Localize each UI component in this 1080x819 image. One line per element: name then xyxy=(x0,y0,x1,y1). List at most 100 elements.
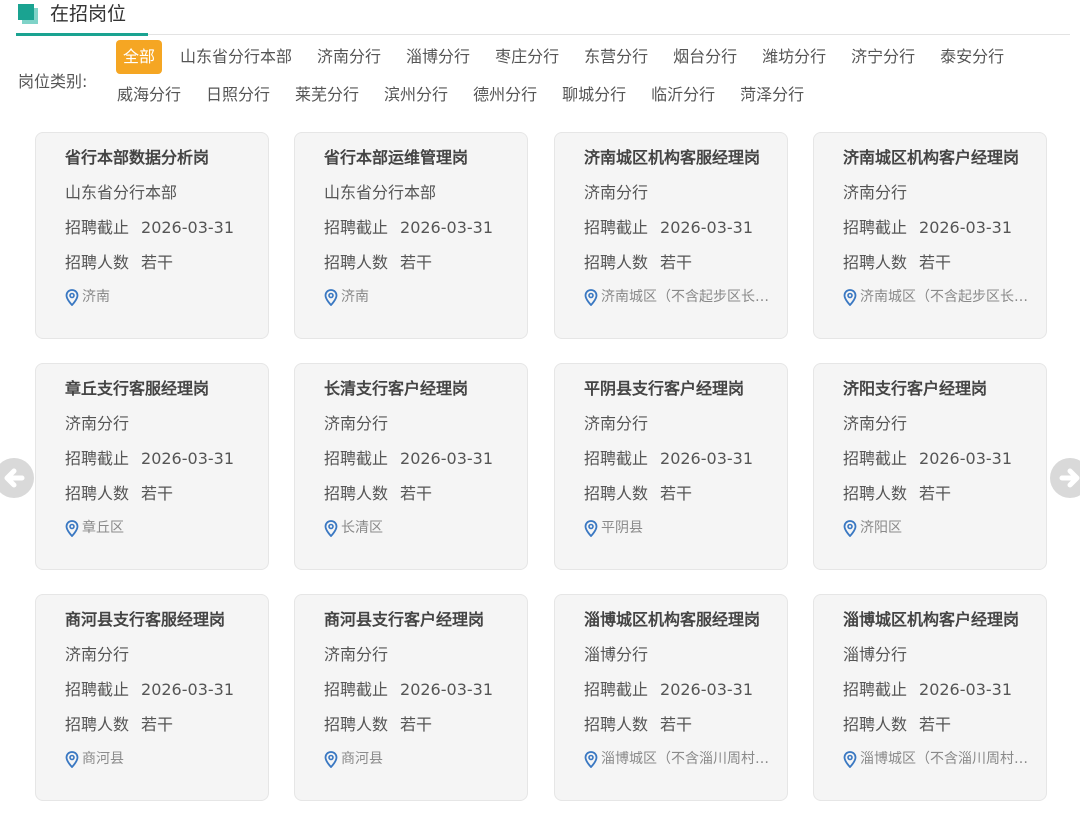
location-text: 淄博城区（不含淄川周村… xyxy=(860,751,1028,767)
headcount-label: 招聘人数 xyxy=(65,484,130,503)
job-title: 淄博城区机构客户经理岗 xyxy=(843,610,1020,629)
job-card[interactable]: 省行本部数据分析岗 山东省分行本部 招聘截止 2026-03-31 招聘人数 若干 济南 xyxy=(35,132,269,339)
deadline-label: 招聘截止 xyxy=(584,449,649,468)
location-pin-icon xyxy=(843,750,860,768)
filter-chip[interactable]: 临沂分行 xyxy=(644,78,722,112)
job-headcount: 招聘人数 若干 xyxy=(584,483,787,505)
job-title: 长清支行客户经理岗 xyxy=(324,379,469,398)
job-branch: 济南分行 xyxy=(65,645,130,664)
job-title: 济南城区机构客户经理岗 xyxy=(843,148,1020,167)
job-branch: 淄博分行 xyxy=(584,645,649,664)
job-deadline: 招聘截止 2026-03-31 xyxy=(65,679,268,701)
job-deadline: 招聘截止 2026-03-31 xyxy=(65,448,268,470)
job-headcount: 招聘人数 若干 xyxy=(324,714,527,736)
deadline-label: 招聘截止 xyxy=(324,449,389,468)
job-deadline: 招聘截止 2026-03-31 xyxy=(843,217,1046,239)
headcount-value: 若干 xyxy=(919,253,952,272)
job-card[interactable]: 淄博城区机构客服经理岗 淄博分行 招聘截止 2026-03-31 招聘人数 若干 淄博城区（… xyxy=(554,594,788,801)
filter-chip[interactable]: 德州分行 xyxy=(466,78,544,112)
filter-chip[interactable]: 滨州分行 xyxy=(377,78,455,112)
deadline-label: 招聘截止 xyxy=(65,449,130,468)
deadline-label: 招聘截止 xyxy=(324,218,389,237)
prev-page-arrow-icon[interactable] xyxy=(0,456,34,500)
job-card[interactable]: 长清支行客户经理岗 济南分行 招聘截止 2026-03-31 招聘人数 若干 长清区 xyxy=(294,363,528,570)
job-deadline: 招聘截止 2026-03-31 xyxy=(324,679,527,701)
job-location: 章丘区 xyxy=(65,518,255,538)
job-headcount: 招聘人数 若干 xyxy=(324,483,527,505)
job-branch: 济南分行 xyxy=(584,414,649,433)
location-pin-icon xyxy=(843,519,860,537)
job-deadline: 招聘截止 2026-03-31 xyxy=(584,217,787,239)
filter-chip[interactable]: 全部 xyxy=(116,40,163,74)
filter-chip[interactable]: 枣庄分行 xyxy=(488,40,566,74)
headcount-label: 招聘人数 xyxy=(843,253,908,272)
headcount-value: 若干 xyxy=(400,715,433,734)
headcount-value: 若干 xyxy=(919,715,952,734)
headcount-value: 若干 xyxy=(660,484,693,503)
headcount-value: 若干 xyxy=(660,715,693,734)
filter-chip[interactable]: 潍坊分行 xyxy=(755,40,833,74)
job-card[interactable]: 章丘支行客服经理岗 济南分行 招聘截止 2026-03-31 招聘人数 若干 章丘区 xyxy=(35,363,269,570)
filter-chip[interactable]: 菏泽分行 xyxy=(733,78,811,112)
filter-chip[interactable]: 济南分行 xyxy=(310,40,388,74)
job-card[interactable]: 商河县支行客服经理岗 济南分行 招聘截止 2026-03-31 招聘人数 若干 商河县 xyxy=(35,594,269,801)
deadline-value: 2026-03-31 xyxy=(660,218,753,237)
job-headcount: 招聘人数 若干 xyxy=(324,252,527,274)
job-card[interactable]: 商河县支行客户经理岗 济南分行 招聘截止 2026-03-31 招聘人数 若干 商河县 xyxy=(294,594,528,801)
filter-chip[interactable]: 日照分行 xyxy=(199,78,277,112)
deadline-label: 招聘截止 xyxy=(843,449,908,468)
job-branch: 济南分行 xyxy=(324,414,389,433)
deadline-label: 招聘截止 xyxy=(584,680,649,699)
job-card[interactable]: 淄博城区机构客户经理岗 淄博分行 招聘截止 2026-03-31 招聘人数 若干 淄博城区（… xyxy=(813,594,1047,801)
headcount-label: 招聘人数 xyxy=(324,253,389,272)
deadline-label: 招聘截止 xyxy=(324,680,389,699)
headcount-value: 若干 xyxy=(400,484,433,503)
job-card[interactable]: 平阴县支行客户经理岗 济南分行招聘截止 2026-03-31 招聘人数 若干 平阴县 xyxy=(554,363,788,570)
headcount-value: 若干 xyxy=(141,253,174,272)
job-location: 济南 xyxy=(65,287,255,307)
job-headcount: 招聘人数 若干 xyxy=(584,714,787,736)
filter-chip[interactable]: 山东省分行本部 xyxy=(173,40,299,74)
filter-chip[interactable]: 莱芜分行 xyxy=(288,78,366,112)
job-headcount: 招聘人数 若干 xyxy=(65,714,268,736)
next-page-arrow-icon[interactable] xyxy=(1050,456,1080,500)
location-text: 商河县 xyxy=(82,751,124,767)
headcount-label: 招聘人数 xyxy=(843,715,908,734)
headcount-label: 招聘人数 xyxy=(65,253,130,272)
deadline-value: 2026-03-31 xyxy=(919,680,1012,699)
location-text: 济南 xyxy=(82,289,110,305)
location-text: 济南 xyxy=(341,289,369,305)
job-title: 平阴县支行客户经理岗 xyxy=(584,379,745,398)
job-title: 省行本部数据分析岗 xyxy=(65,148,210,167)
section-title-underline xyxy=(16,33,148,36)
job-card[interactable]: 济阳支行客户经理岗 济南分行 招聘截止 2026-03-31 招聘人数 若干 济阳区 xyxy=(813,363,1047,570)
filter-row-1: 全部 山东省分行本部 济南分行 淄博分行 枣庄分行 东营分行 烟台分行 潍坊分行 济宁分行 泰安分… xyxy=(116,40,1022,74)
filter-chip[interactable]: 东营分行 xyxy=(577,40,655,74)
filter-chip[interactable]: 泰安分行 xyxy=(933,40,1011,74)
deadline-label: 招聘截止 xyxy=(65,680,130,699)
filter-chip[interactable]: 聊城分行 xyxy=(555,78,633,112)
job-title: 章丘支行客服经理岗 xyxy=(65,379,210,398)
job-headcount: 招聘人数 若干 xyxy=(843,714,1046,736)
job-location: 商河县 xyxy=(324,749,514,769)
location-pin-icon xyxy=(324,750,341,768)
headcount-value: 若干 xyxy=(919,484,952,503)
filter-chip[interactable]: 淄博分行 xyxy=(399,40,477,74)
job-location: 济南城区（不含起步区长… xyxy=(843,287,1033,307)
job-card[interactable]: 省行本部运维管理岗 山东省分行本部 招聘截止 2026-03-31 招聘人数 若干 济南 xyxy=(294,132,528,339)
job-card[interactable]: 济南城区机构客服经理岗 济南分行 招聘截止 2026-03-31 招聘人数 若干 济南城区（… xyxy=(554,132,788,339)
job-deadline: 招聘截止 2026-03-31 xyxy=(584,448,787,470)
location-pin-icon xyxy=(584,750,601,768)
deadline-label: 招聘截止 xyxy=(65,218,130,237)
job-headcount: 招聘人数 若干 xyxy=(843,483,1046,505)
headcount-label: 招聘人数 xyxy=(324,715,389,734)
job-card[interactable]: 济南城区机构客户经理岗 济南分行 招聘截止 2026-03-31 招聘人数 若干 济南城区（… xyxy=(813,132,1047,339)
filter-row-2: 威海分行 日照分行 莱芜分行 滨州分行 德州分行 聊城分行 临沂分行 菏泽分行 xyxy=(110,78,822,112)
job-location: 平阴县 xyxy=(584,518,774,538)
filter-chip[interactable]: 济宁分行 xyxy=(844,40,922,74)
filter-chip[interactable]: 烟台分行 xyxy=(666,40,744,74)
deadline-value: 2026-03-31 xyxy=(400,680,493,699)
job-branch: 山东省分行本部 xyxy=(65,183,178,202)
filter-chip[interactable]: 威海分行 xyxy=(110,78,188,112)
location-text: 济南城区（不含起步区长… xyxy=(601,289,769,305)
